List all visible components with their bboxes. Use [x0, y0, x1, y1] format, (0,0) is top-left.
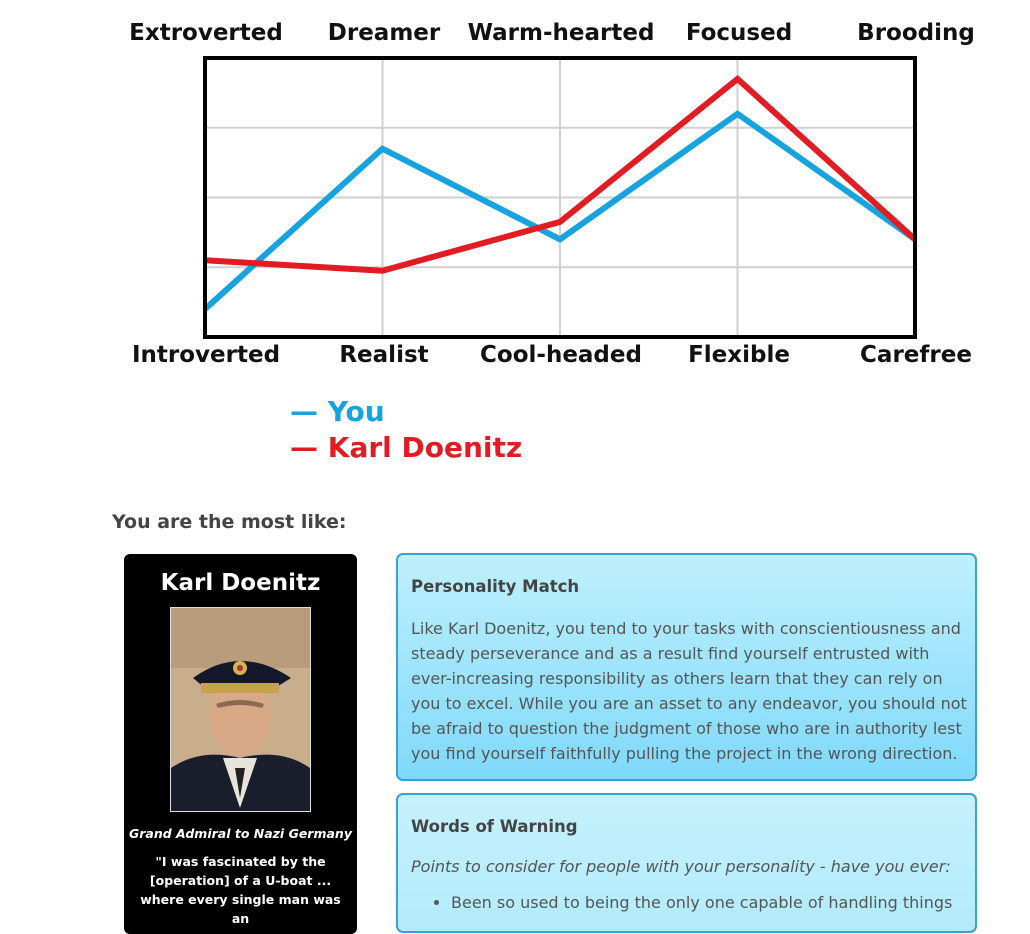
warning-item: Been so used to being the only one capab… — [451, 893, 971, 912]
personality-match-text: Like Karl Doenitz, you tend to your task… — [411, 619, 967, 763]
most-like-heading: You are the most like: — [112, 511, 347, 533]
trait-top-label: Warm-hearted — [467, 20, 655, 46]
words-of-warning-intro: Points to consider for people with your … — [411, 857, 951, 876]
personality-match-panel: Personality Match Like Karl Doenitz, you… — [396, 553, 977, 781]
words-of-warning-heading: Words of Warning — [411, 817, 578, 836]
trait-bottom-label: Carefree — [860, 342, 972, 368]
warning-list: Been so used to being the only one capab… — [411, 893, 971, 912]
chart-grid — [205, 58, 915, 337]
trait-top-label: Focused — [685, 20, 793, 46]
trait-bottom-label: Cool-headed — [480, 342, 642, 368]
personality-chart — [202, 56, 918, 339]
character-title: Grand Admiral to Nazi Germany — [129, 826, 352, 841]
trait-bottom-label: Flexible — [688, 342, 790, 368]
personality-match-heading: Personality Match — [411, 577, 580, 596]
trait-bottom-label: Introverted — [131, 342, 281, 368]
legend-match: — Karl Doenitz — [290, 431, 523, 464]
character-card: Karl Doenitz Grand Admiral to Nazi Germa… — [124, 554, 357, 934]
trait-top-label: Extroverted — [129, 20, 283, 46]
legend-you: — You — [290, 395, 385, 428]
character-name: Karl Doenitz — [160, 570, 321, 596]
words-of-warning-panel: Words of Warning Points to consider for … — [396, 793, 977, 933]
trait-top-label: Brooding — [857, 20, 975, 46]
trait-bottom-label: Realist — [339, 342, 429, 368]
character-portrait — [170, 607, 311, 812]
character-quote: "I was fascinated by the [operation] of … — [140, 854, 341, 926]
trait-top-label: Dreamer — [327, 20, 441, 46]
